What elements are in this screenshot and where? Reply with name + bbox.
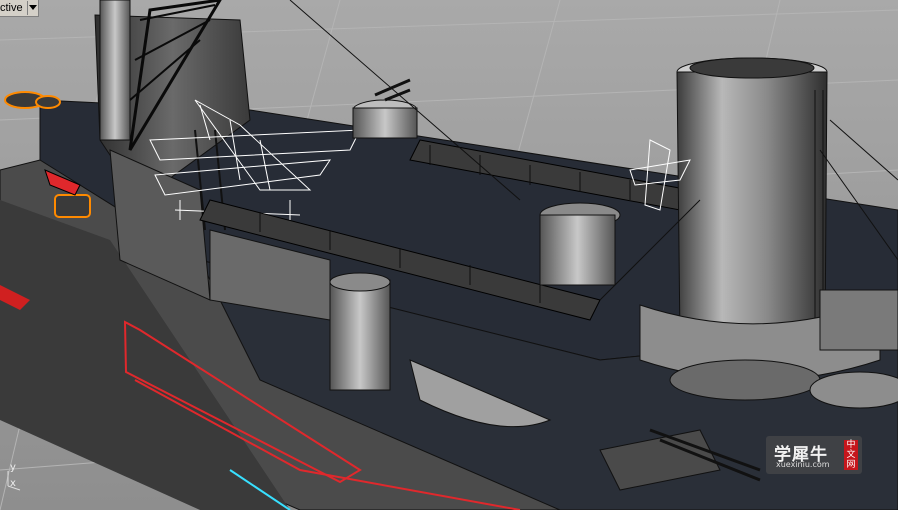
funnel-body	[676, 71, 828, 341]
vent-top	[329, 272, 391, 292]
axis-icon	[7, 471, 21, 491]
watermark-sub-text: xuexiniu.com	[776, 460, 830, 469]
chevron-down-icon[interactable]	[26, 1, 38, 15]
funnel-opening	[689, 57, 815, 79]
right-platform	[809, 371, 898, 409]
mast	[99, 0, 131, 141]
searchlight-tower	[539, 214, 616, 286]
watermark-badge: 中文网	[844, 440, 858, 470]
viewport-title-tab[interactable]: ctive	[0, 0, 39, 17]
viewport-scene[interactable]	[0, 0, 898, 510]
aa-turret-body	[352, 107, 418, 139]
viewport-title[interactable]: ctive	[0, 2, 27, 14]
funnel-base	[669, 359, 821, 401]
vent-column	[329, 279, 391, 391]
rhino-perspective-viewport[interactable]: ctive y x 学犀牛 xuexiniu.com 中文网	[0, 0, 898, 510]
watermark-logo: 学犀牛 xuexiniu.com 中文网	[766, 436, 862, 474]
right-tub	[819, 289, 898, 351]
